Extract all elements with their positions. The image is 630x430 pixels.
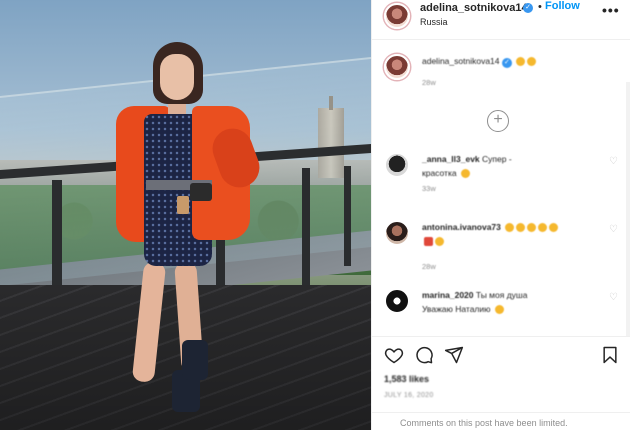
emoji-icon xyxy=(460,169,470,179)
sneaker xyxy=(182,340,208,380)
face xyxy=(160,54,194,100)
heart-icon[interactable] xyxy=(384,345,404,365)
comment-text-line2 xyxy=(422,236,444,247)
load-more-comments-button[interactable]: + xyxy=(487,110,509,132)
commenter-avatar[interactable] xyxy=(384,220,410,246)
emoji-icon xyxy=(516,223,526,233)
leg xyxy=(131,261,167,383)
comment-text: _anna_ll3_evk Супер - xyxy=(422,154,512,164)
railing-post xyxy=(302,168,310,288)
comment-time: 28w xyxy=(422,262,436,271)
commenter-avatar[interactable] xyxy=(384,288,410,314)
emoji-icon xyxy=(435,237,444,247)
caption-item: adelina_sotnikova14 ✓ 28w xyxy=(382,54,622,94)
comment-item: marina_2020 Ты моя душа Уважаю Наталию ♡ xyxy=(382,288,622,336)
emoji-icon xyxy=(494,305,504,315)
more-options-icon[interactable]: ••• xyxy=(602,2,620,18)
comment-text-line2: Уважаю Наталию xyxy=(422,304,504,315)
post-date[interactable]: JULY 16, 2020 xyxy=(384,392,434,399)
emoji-icon xyxy=(538,223,548,233)
emoji-icon xyxy=(527,57,537,67)
comment-like-icon[interactable]: ♡ xyxy=(609,224,618,235)
commenter-avatar[interactable] xyxy=(384,152,410,178)
likes-count[interactable]: 1,583 likes xyxy=(384,374,429,384)
follow-button[interactable]: Follow xyxy=(545,0,580,12)
comment-text-line2: красотка xyxy=(422,168,470,179)
emoji-icon xyxy=(516,57,526,67)
comment-icon[interactable] xyxy=(414,345,434,365)
caption-time: 28w xyxy=(422,78,436,87)
post-location[interactable]: Russia xyxy=(420,17,448,27)
woman-figure xyxy=(108,40,268,420)
comments-limited-notice: Comments on this post have been limited. xyxy=(372,412,630,430)
emoji-icon xyxy=(505,223,515,233)
caption-username[interactable]: adelina_sotnikova14 ✓ xyxy=(422,56,537,68)
author-username[interactable]: adelina_sotnikova14 xyxy=(420,2,528,14)
comment-like-icon[interactable]: ♡ xyxy=(609,156,618,167)
bookmark-icon[interactable] xyxy=(600,345,620,365)
comment-time: 33w xyxy=(422,184,436,193)
post-sidebar: adelina_sotnikova14 ✓ • Follow Russia ••… xyxy=(371,0,630,430)
railing-post xyxy=(344,166,351,266)
action-bar xyxy=(372,336,630,370)
post-photo[interactable] xyxy=(0,0,371,430)
post-header: adelina_sotnikova14 ✓ • Follow Russia ••… xyxy=(372,0,630,40)
comment-like-icon[interactable]: ♡ xyxy=(609,292,618,303)
comment-item: antonina.ivanova73 28w ♡ xyxy=(382,220,622,271)
heart-emoji-icon xyxy=(424,237,433,247)
verified-badge-icon: ✓ xyxy=(501,58,512,68)
emoji-icon xyxy=(549,223,559,233)
comments-list[interactable]: adelina_sotnikova14 ✓ 28w + _anna_ll3_ev… xyxy=(372,40,630,336)
comment-item: _anna_ll3_evk Супер - красотка 33w ♡ xyxy=(382,152,622,200)
share-icon[interactable] xyxy=(444,345,464,365)
comment-text: marina_2020 Ты моя душа xyxy=(422,290,528,300)
bag-tag xyxy=(177,196,189,214)
belt-bag xyxy=(190,183,212,201)
separator-dot: • xyxy=(538,1,542,13)
comment-text: antonina.ivanova73 xyxy=(422,222,559,233)
verified-badge-icon: ✓ xyxy=(523,3,533,13)
comments-scrollbar[interactable] xyxy=(626,82,630,336)
author-avatar[interactable] xyxy=(384,54,410,80)
emoji-icon xyxy=(527,223,537,233)
author-avatar[interactable] xyxy=(384,3,410,29)
